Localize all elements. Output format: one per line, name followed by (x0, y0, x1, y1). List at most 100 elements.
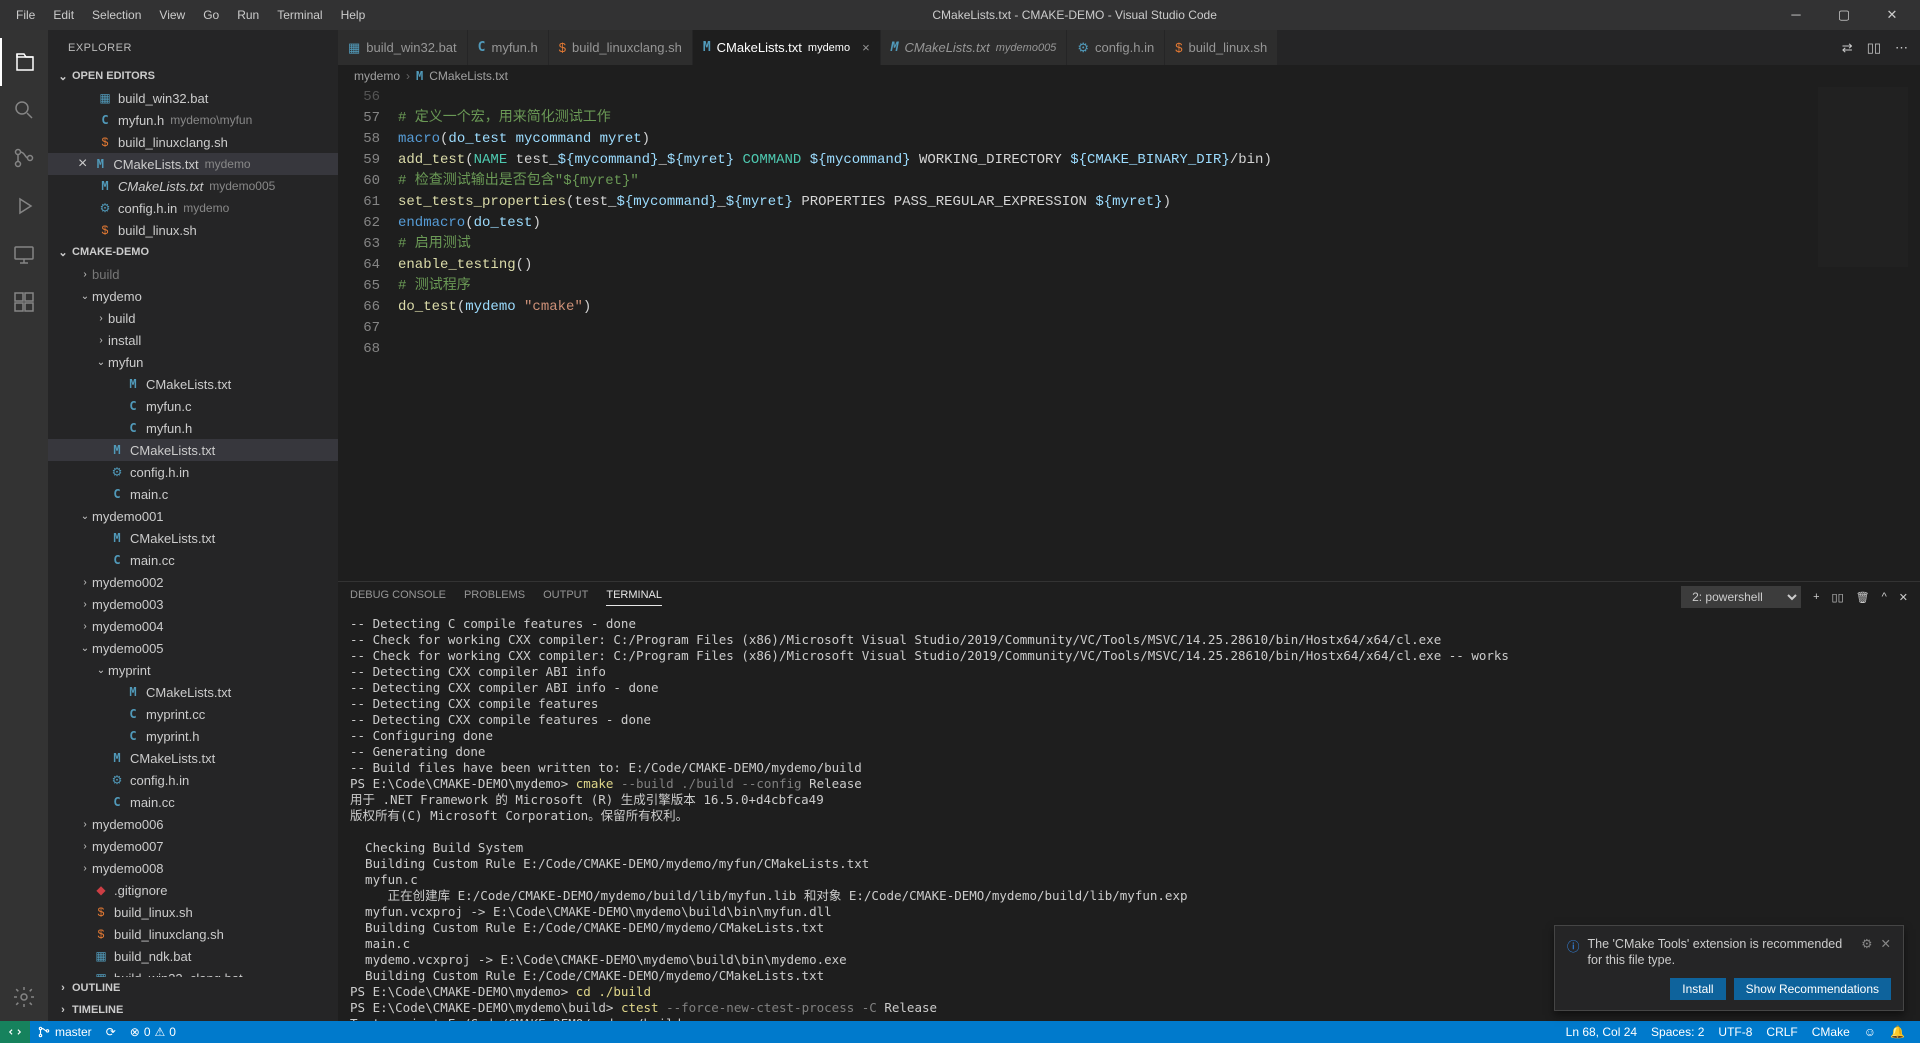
panel-tab-output[interactable]: OUTPUT (543, 589, 588, 605)
close-icon[interactable]: ✕ (1881, 936, 1891, 951)
folder-header[interactable]: ⌄ CMAKE-DEMO (48, 241, 338, 263)
file-item[interactable]: $build_linux.sh (48, 901, 338, 923)
folder-item[interactable]: ⌄mydemo (48, 285, 338, 307)
file-item[interactable]: ⚙config.h.in (48, 461, 338, 483)
more-icon[interactable]: ⋯ (1895, 40, 1908, 56)
encoding[interactable]: UTF-8 (1711, 1025, 1759, 1039)
indentation[interactable]: Spaces: 2 (1644, 1025, 1711, 1039)
file-item[interactable]: Cmyfun.h (48, 417, 338, 439)
file-item[interactable]: Cmain.cc (48, 549, 338, 571)
editor-tab[interactable]: ⚙config.h.in (1067, 30, 1165, 65)
panel-tab-problems[interactable]: PROBLEMS (464, 589, 525, 605)
file-item[interactable]: ▦build_ndk.bat (48, 945, 338, 967)
editor-tab[interactable]: Cmyfun.h (468, 30, 549, 65)
file-item[interactable]: Cmyfun.c (48, 395, 338, 417)
file-item[interactable]: MCMakeLists.txt (48, 747, 338, 769)
file-item[interactable]: MCMakeLists.txt (48, 527, 338, 549)
open-editor-item[interactable]: ▦build_win32.bat (48, 87, 338, 109)
editor-tab[interactable]: $build_linuxclang.sh (549, 30, 693, 65)
file-item[interactable]: MCMakeLists.txt (48, 439, 338, 461)
kill-terminal-icon[interactable]: 🗑 (1856, 591, 1870, 604)
maximize-panel-icon[interactable]: ^ (1882, 591, 1887, 603)
notifications-icon[interactable]: 🔔 (1883, 1025, 1912, 1039)
cursor-position[interactable]: Ln 68, Col 24 (1559, 1025, 1644, 1039)
folder-item[interactable]: ›mydemo004 (48, 615, 338, 637)
folder-item[interactable]: ›build (48, 263, 338, 285)
problems-status[interactable]: ⊗0 ⚠0 (123, 1025, 183, 1039)
open-editor-item[interactable]: MCMakeLists.txtmydemo005 (48, 175, 338, 197)
close-icon[interactable]: × (862, 40, 870, 55)
folder-item[interactable]: ⌄myprint (48, 659, 338, 681)
language-mode[interactable]: CMake (1805, 1025, 1857, 1039)
folder-item[interactable]: ›mydemo002 (48, 571, 338, 593)
open-editor-item[interactable]: $build_linux.sh (48, 219, 338, 241)
terminal-selector[interactable]: 2: powershell (1681, 586, 1801, 608)
folder-item[interactable]: ›mydemo006 (48, 813, 338, 835)
panel-tab-terminal[interactable]: TERMINAL (606, 589, 662, 606)
menu-selection[interactable]: Selection (84, 4, 149, 26)
source-control-icon[interactable] (0, 134, 48, 182)
folder-item[interactable]: ›mydemo008 (48, 857, 338, 879)
new-terminal-icon[interactable]: + (1813, 591, 1819, 603)
gear-icon[interactable]: ⚙ (1861, 936, 1872, 951)
close-icon[interactable]: × (78, 155, 87, 173)
folder-item[interactable]: ›build (48, 307, 338, 329)
split-editor-icon[interactable]: ▯▯ (1867, 40, 1881, 56)
file-item[interactable]: Cmain.cc (48, 791, 338, 813)
minimize-button[interactable]: ─ (1776, 7, 1816, 23)
file-item[interactable]: ▦build_win32_clang.bat (48, 967, 338, 977)
file-item[interactable]: ◆.gitignore (48, 879, 338, 901)
timeline-header[interactable]: › TIMELINE (48, 999, 338, 1021)
install-button[interactable]: Install (1670, 978, 1725, 1000)
explorer-icon[interactable] (0, 38, 48, 86)
menu-help[interactable]: Help (333, 4, 374, 26)
folder-item[interactable]: ⌄mydemo001 (48, 505, 338, 527)
breadcrumb-item[interactable]: mydemo (354, 69, 400, 83)
folder-item[interactable]: ›install (48, 329, 338, 351)
menu-edit[interactable]: Edit (45, 4, 82, 26)
split-terminal-icon[interactable]: ▯▯ (1832, 591, 1844, 604)
open-editor-item[interactable]: Cmyfun.hmydemo\myfun (48, 109, 338, 131)
menu-terminal[interactable]: Terminal (269, 4, 330, 26)
outline-header[interactable]: › OUTLINE (48, 977, 338, 999)
file-item[interactable]: MCMakeLists.txt (48, 373, 338, 395)
git-sync[interactable]: ⟳ (99, 1025, 123, 1039)
editor-tab[interactable]: ▦build_win32.bat (338, 30, 468, 65)
remote-icon[interactable] (0, 230, 48, 278)
code-content[interactable]: # 定义一个宏，用来简化测试工作macro(do_test mycommand … (398, 87, 1920, 581)
file-item[interactable]: Cmain.c (48, 483, 338, 505)
minimap[interactable] (1818, 87, 1908, 267)
close-panel-icon[interactable]: ✕ (1899, 591, 1908, 604)
editor-tab[interactable]: $build_linux.sh (1165, 30, 1278, 65)
breadcrumb-item[interactable]: CMakeLists.txt (429, 69, 508, 83)
file-item[interactable]: MCMakeLists.txt (48, 681, 338, 703)
menu-run[interactable]: Run (229, 4, 267, 26)
debug-icon[interactable] (0, 182, 48, 230)
menu-view[interactable]: View (151, 4, 193, 26)
open-editors-header[interactable]: ⌄ OPEN EDITORS (48, 65, 338, 87)
open-editor-item[interactable]: ×MCMakeLists.txtmydemo (48, 153, 338, 175)
menu-file[interactable]: File (8, 4, 43, 26)
feedback-icon[interactable]: ☺ (1857, 1025, 1883, 1039)
close-button[interactable]: ✕ (1872, 7, 1912, 23)
search-icon[interactable] (0, 86, 48, 134)
file-item[interactable]: Cmyprint.cc (48, 703, 338, 725)
open-editor-item[interactable]: $build_linuxclang.sh (48, 131, 338, 153)
folder-item[interactable]: ›mydemo003 (48, 593, 338, 615)
open-editor-item[interactable]: ⚙config.h.inmydemo (48, 197, 338, 219)
file-item[interactable]: $build_linuxclang.sh (48, 923, 338, 945)
breadcrumbs[interactable]: mydemo › M CMakeLists.txt (338, 65, 1920, 87)
code-editor[interactable]: 56575859606162636465666768 # 定义一个宏，用来简化测… (338, 87, 1920, 581)
git-branch[interactable]: master (30, 1025, 99, 1039)
menu-go[interactable]: Go (195, 4, 227, 26)
folder-item[interactable]: ⌄myfun (48, 351, 338, 373)
file-item[interactable]: Cmyprint.h (48, 725, 338, 747)
file-item[interactable]: ⚙config.h.in (48, 769, 338, 791)
editor-tab[interactable]: MCMakeLists.txtmydemo× (693, 30, 881, 65)
folder-item[interactable]: ›mydemo007 (48, 835, 338, 857)
show-recommendations-button[interactable]: Show Recommendations (1734, 978, 1891, 1000)
remote-indicator[interactable] (0, 1021, 30, 1043)
folder-item[interactable]: ⌄mydemo005 (48, 637, 338, 659)
settings-gear-icon[interactable] (0, 973, 48, 1021)
panel-tab-debug-console[interactable]: DEBUG CONSOLE (350, 589, 446, 605)
